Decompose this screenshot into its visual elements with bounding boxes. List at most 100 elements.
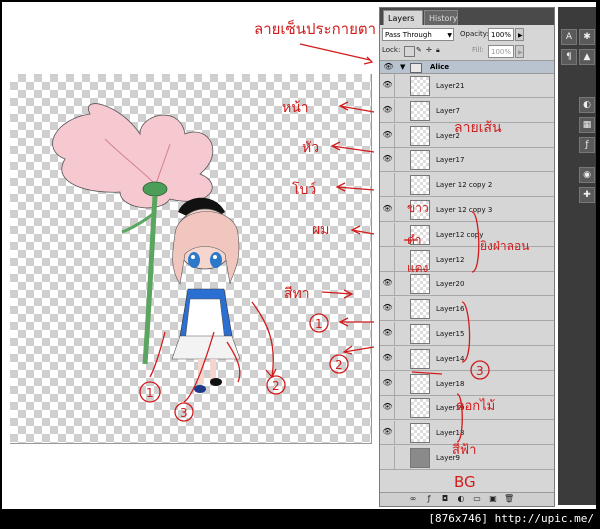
navigator-icon[interactable]: ◉ xyxy=(579,167,595,183)
new-layer-icon[interactable]: ▣ xyxy=(488,494,498,504)
layers-panel: Layers × History Pass Through ▼ Opacity:… xyxy=(379,7,555,507)
eye-icon[interactable]: 👁︎ xyxy=(382,400,393,414)
eye-icon[interactable]: 👁︎ xyxy=(382,425,393,439)
visibility-toggle[interactable] xyxy=(381,173,395,197)
eye-icon[interactable]: 👁︎ xyxy=(382,103,393,117)
layer-thumbnail xyxy=(410,200,430,220)
trash-icon[interactable]: 🗑︎ xyxy=(504,494,514,504)
layer-row[interactable]: 👁︎ Layer2 xyxy=(380,123,554,148)
layer-thumbnail xyxy=(410,324,430,344)
layer-row[interactable]: 👁︎ Layer7 xyxy=(380,98,554,123)
visibility-toggle[interactable]: 👁︎ xyxy=(381,74,395,97)
eye-icon[interactable]: 👁︎ xyxy=(382,202,393,216)
visibility-toggle[interactable]: 👁︎ xyxy=(381,272,395,296)
image-caption: [876x746] http://upic.me/ xyxy=(428,512,594,525)
visibility-toggle[interactable]: 👁︎ xyxy=(381,198,395,221)
brush-preset-icon[interactable]: ✱ xyxy=(579,29,595,45)
layer-thumbnail xyxy=(410,348,430,369)
eye-icon[interactable]: 👁︎ xyxy=(382,128,393,142)
visibility-toggle[interactable]: 👁︎ xyxy=(381,123,395,147)
lock-brush-icon[interactable]: ✎ xyxy=(416,44,422,57)
swatches-icon[interactable]: ▦ xyxy=(579,117,595,133)
fx-icon[interactable]: ƒ xyxy=(424,494,434,504)
panel-bottom-bar: ∞ ƒ ◘ ◐ ▭ ▣ 🗑︎ xyxy=(380,492,554,506)
opacity-slider-button[interactable]: ▶ xyxy=(515,28,524,41)
eye-icon[interactable]: 👁︎ xyxy=(382,152,393,166)
eye-icon[interactable]: 👁︎ xyxy=(382,276,393,290)
layer-row[interactable]: 👁︎ Layer17 xyxy=(380,148,554,173)
visibility-toggle[interactable]: 👁︎ xyxy=(381,346,395,370)
blend-mode-select[interactable]: Pass Through ▼ xyxy=(382,28,454,41)
layer-name: Layer13 xyxy=(436,429,465,438)
layer-thumbnail xyxy=(410,448,430,468)
chevron-right-icon: ▶ xyxy=(518,49,523,56)
visibility-toggle[interactable]: 👁︎ xyxy=(381,322,395,345)
blend-mode-value: Pass Through xyxy=(385,31,432,39)
visibility-toggle[interactable]: 👁︎ xyxy=(381,421,395,445)
styles-icon[interactable]: ƒ xyxy=(579,137,595,153)
layer-thumbnail xyxy=(410,423,430,444)
link-layers-icon[interactable]: ∞ xyxy=(408,494,418,504)
fill-input[interactable]: 100% xyxy=(488,45,514,58)
color-icon[interactable]: ◐ xyxy=(579,97,595,113)
eye-icon[interactable]: 👁︎ xyxy=(382,78,393,92)
layer-row[interactable]: 👁︎ Layer16 xyxy=(380,297,554,322)
layer-name: Layer14 xyxy=(436,354,465,363)
layer-row[interactable]: 👁︎ Layer14 xyxy=(380,346,554,371)
visibility-toggle[interactable] xyxy=(381,247,395,271)
layer-thumbnail xyxy=(410,398,430,419)
tab-history-label: History xyxy=(429,14,458,23)
character-tool-icon[interactable]: A xyxy=(561,29,577,45)
layer-thumbnail xyxy=(410,125,430,146)
eye-icon[interactable]: 👁︎ xyxy=(382,351,393,365)
layer-row[interactable]: 👁︎ Layer20 xyxy=(380,272,554,297)
layer-row[interactable]: 👁︎ Layer13 xyxy=(380,421,554,446)
mask-icon[interactable]: ◘ xyxy=(440,494,450,504)
tab-history[interactable]: History xyxy=(424,10,458,25)
visibility-toggle[interactable]: 👁︎ xyxy=(381,98,395,122)
eye-icon[interactable]: 👁︎ xyxy=(382,301,393,315)
layer-name: Layer12 copy xyxy=(436,230,484,239)
eye-icon[interactable]: 👁︎ xyxy=(382,376,393,390)
lock-move-icon[interactable]: ✛ xyxy=(426,44,432,57)
lock-transparent-icon[interactable] xyxy=(404,46,415,57)
folder-icon xyxy=(410,63,422,73)
visibility-toggle[interactable] xyxy=(381,446,395,469)
info-icon[interactable]: ✚ xyxy=(579,187,595,203)
paragraph-tool-icon[interactable]: ¶ xyxy=(561,49,577,65)
eye-icon[interactable]: 👁︎ xyxy=(383,60,394,74)
fill-slider-button[interactable]: ▶ xyxy=(515,45,524,58)
eye-icon[interactable]: 👁︎ xyxy=(382,326,393,340)
panel-tab-bar: Layers × History xyxy=(380,8,554,38)
histogram-icon[interactable]: ▲ xyxy=(579,49,595,65)
visibility-toggle[interactable]: 👁︎ xyxy=(381,396,395,420)
image-caption-bar: [876x746] http://upic.me/ xyxy=(0,509,600,529)
layer-row[interactable]: 👁︎ Layer18 xyxy=(380,371,554,396)
new-group-icon[interactable]: ▭ xyxy=(472,494,482,504)
layer-row[interactable]: 👁︎ Layer21 xyxy=(380,74,554,98)
layer-name: Layer21 xyxy=(436,82,465,90)
lock-all-icon[interactable]: 🔒︎ xyxy=(436,44,440,57)
visibility-toggle[interactable] xyxy=(381,222,395,246)
layer-row[interactable]: Layer9 xyxy=(380,446,554,470)
visibility-toggle[interactable]: 👁︎ xyxy=(381,297,395,321)
layer-row[interactable]: 👁︎ Layer 12 copy 3 xyxy=(380,198,554,222)
layer-group-row[interactable]: 👁︎ ▼ Alice xyxy=(380,60,554,74)
layer-name: Layer18 xyxy=(436,379,465,388)
layer-row[interactable]: 👁︎ Layer19 xyxy=(380,396,554,421)
opacity-input[interactable]: 100% xyxy=(488,28,514,41)
visibility-toggle[interactable]: 👁︎ xyxy=(381,148,395,172)
adjustment-icon[interactable]: ◐ xyxy=(456,494,466,504)
triangle-down-icon[interactable]: ▼ xyxy=(400,63,405,71)
tab-layers[interactable]: Layers × xyxy=(383,10,423,38)
layer-row[interactable]: Layer12 copy xyxy=(380,222,554,247)
group-name: Alice xyxy=(430,63,450,71)
layer-name: Layer2 xyxy=(436,131,460,140)
layer-row[interactable]: Layer12 xyxy=(380,247,554,272)
layer-row[interactable]: 👁︎ Layer15 xyxy=(380,322,554,346)
right-dock: A ¶ ✱ ▲ ◐ ▦ ƒ ◉ ✚ xyxy=(558,7,596,505)
layer-row[interactable]: Layer 12 copy 2 xyxy=(380,173,554,198)
layer-name: Layer9 xyxy=(436,454,460,462)
blend-row: Pass Through ▼ Opacity: 100% ▶ xyxy=(382,27,552,43)
visibility-toggle[interactable]: 👁︎ xyxy=(381,371,395,395)
